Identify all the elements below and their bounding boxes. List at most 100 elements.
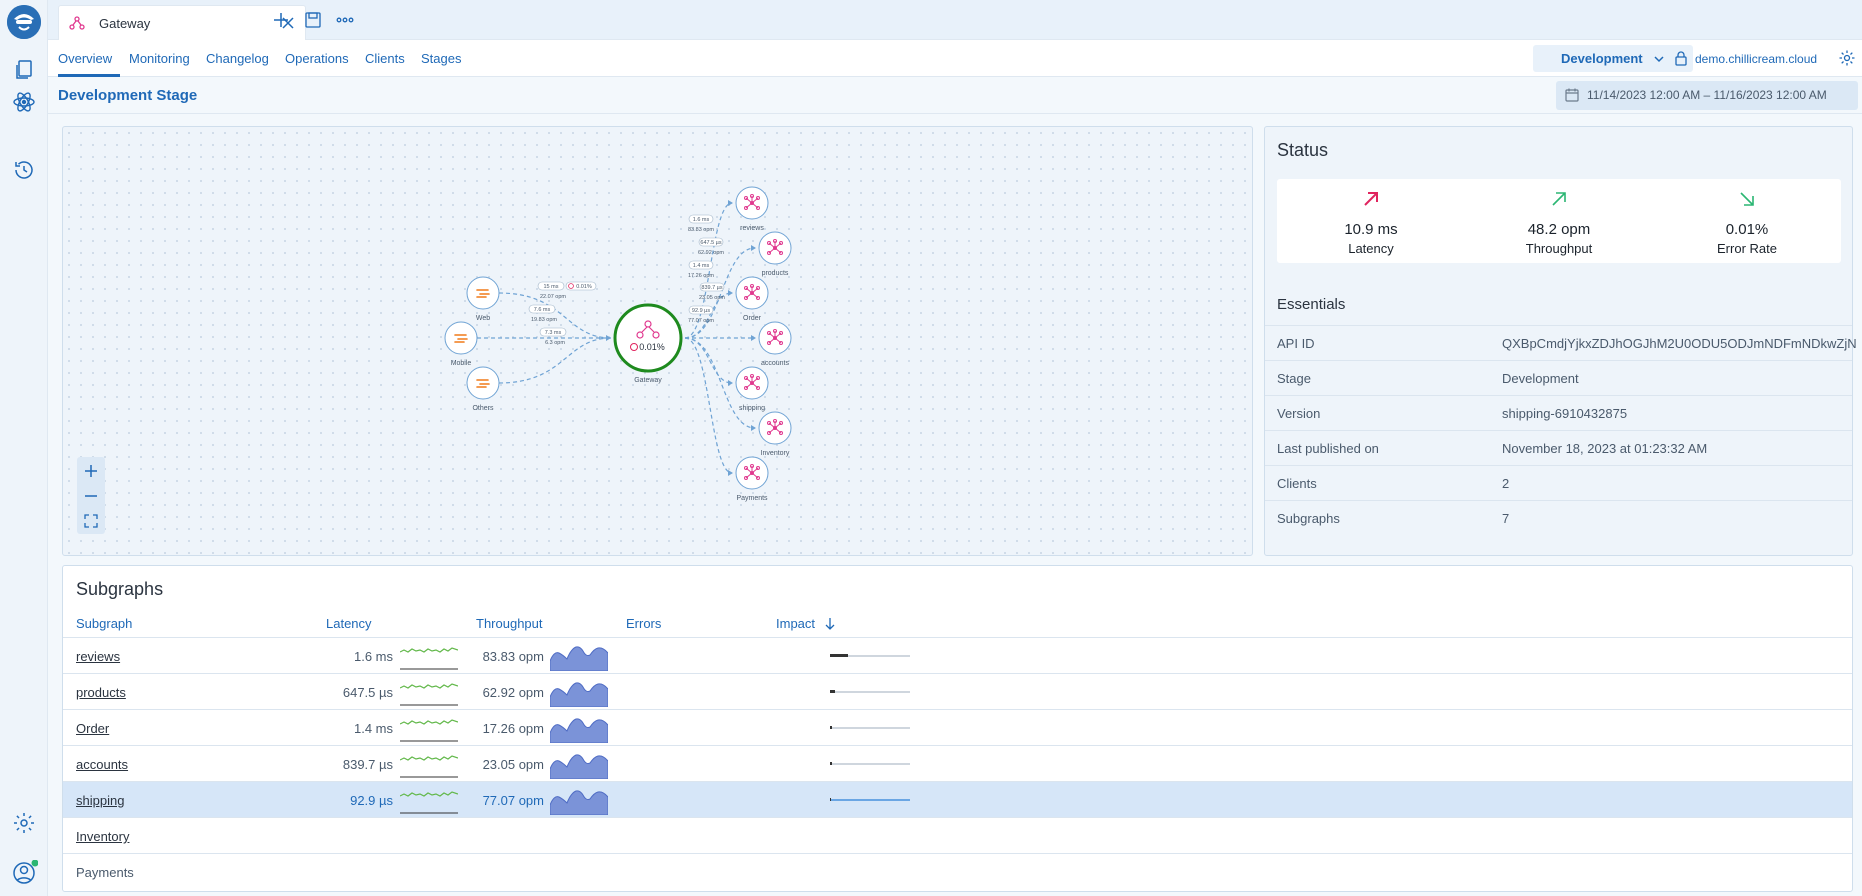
tab-overview[interactable]: Overview	[58, 51, 112, 66]
subgraph-link[interactable]: Payments	[76, 865, 134, 880]
edge-latency: 1.6 ms	[693, 217, 710, 223]
environment-select[interactable]: Development	[1533, 45, 1693, 72]
column-header-latency[interactable]: Latency	[326, 616, 372, 631]
kpi-error-rate: 0.01% Error Rate	[1653, 179, 1841, 263]
add-tab-icon[interactable]	[271, 10, 291, 30]
client-node	[466, 366, 500, 400]
save-icon[interactable]	[303, 10, 323, 30]
subgraph-link[interactable]: Inventory	[76, 829, 129, 844]
essentials-key: Last published on	[1277, 441, 1379, 456]
client-node-label: Others	[472, 405, 494, 412]
tab-operations[interactable]: Operations	[285, 51, 349, 66]
essentials-key: Version	[1277, 406, 1321, 421]
kpi-value: 10.9 ms	[1344, 221, 1398, 238]
zoom-in-icon[interactable]	[83, 463, 99, 479]
impact-bar	[830, 798, 910, 801]
subgraph-link[interactable]: Order	[76, 721, 109, 736]
chevron-down-icon	[1654, 56, 1664, 63]
column-header-subgraph[interactable]: Subgraph	[76, 616, 132, 631]
table-row[interactable]: accounts 839.7 µs 23.05 opm	[63, 745, 1852, 781]
arrow-head	[728, 290, 733, 296]
table-row[interactable]: Payments	[63, 853, 1852, 889]
subgraph-link[interactable]: reviews	[76, 649, 120, 664]
impact-bar	[830, 726, 910, 729]
gateway-icon	[69, 16, 85, 30]
column-header-impact[interactable]: Impact	[776, 616, 815, 631]
settings-icon[interactable]	[12, 811, 36, 835]
arrow-head	[606, 335, 611, 341]
documents-icon[interactable]	[12, 58, 36, 82]
gear-icon[interactable]	[1838, 49, 1856, 67]
header-divider	[48, 113, 1862, 114]
nav-bar: Overview Monitoring Changelog Operations…	[48, 40, 1862, 77]
subgraph-edge	[684, 337, 733, 474]
essentials-row: Version shipping-6910432875	[1265, 395, 1852, 430]
subgraph-edge	[684, 337, 733, 384]
atom-icon[interactable]	[12, 90, 36, 114]
fit-view-icon[interactable]	[83, 513, 99, 529]
throughput-value: 77.07 opm	[482, 793, 544, 808]
subgraph-link[interactable]: shipping	[76, 793, 124, 808]
environment-label: Development	[1561, 51, 1643, 66]
chillicream-logo[interactable]	[7, 5, 41, 39]
subgraph-link[interactable]: products	[76, 685, 126, 700]
gateway-node	[613, 303, 683, 373]
essentials-value: Development	[1502, 371, 1579, 386]
subgraph-node-label: Inventory	[761, 450, 790, 457]
arrow-head	[751, 425, 756, 431]
user-avatar-icon[interactable]	[12, 859, 39, 884]
column-header-throughput[interactable]: Throughput	[476, 616, 543, 631]
essentials-key: Stage	[1277, 371, 1311, 386]
more-icon[interactable]	[335, 10, 355, 30]
client-node-label: Web	[476, 315, 490, 322]
zoom-out-icon[interactable]	[83, 488, 99, 504]
history-icon[interactable]	[12, 158, 36, 182]
essentials-key: Clients	[1277, 476, 1317, 491]
essentials-value: QXBpCmdjYjkxZDJhOGJhM2U0ODU5ODJmNDFmNDkw…	[1502, 336, 1857, 351]
date-range-picker[interactable]: 11/14/2023 12:00 AM – 11/16/2023 12:00 A…	[1556, 81, 1858, 110]
essentials-row: Clients 2	[1265, 465, 1852, 500]
table-row[interactable]: Order 1.4 ms 17.26 opm	[63, 709, 1852, 745]
essentials-row: Last published on November 18, 2023 at 01…	[1265, 430, 1852, 465]
latency-value: 839.7 µs	[342, 757, 393, 772]
throughput-value: 17.26 opm	[482, 721, 544, 736]
host-link[interactable]: demo.chillicream.cloud	[1695, 52, 1817, 66]
table-row[interactable]: Inventory	[63, 817, 1852, 853]
tab-gateway[interactable]: Gateway	[58, 5, 306, 40]
table-row[interactable]: products 647.5 µs 62.92 opm	[63, 673, 1852, 709]
essentials-value: 2	[1502, 476, 1510, 491]
edge-latency: 7.6 ms	[534, 307, 551, 313]
kpi-value: 48.2 opm	[1527, 221, 1591, 238]
date-range-label: 11/14/2023 12:00 AM – 11/16/2023 12:00 A…	[1587, 88, 1827, 102]
kpi-label: Throughput	[1525, 241, 1593, 256]
tab-stages[interactable]: Stages	[421, 51, 461, 66]
client-node-label: Mobile	[451, 360, 472, 367]
topology-graph[interactable]: 15 ms 0.01% 22.07 opm 7.6 ms 19.83 opm 7.3 ms…	[62, 126, 1253, 556]
table-row[interactable]: shipping 92.9 µs 77.07 opm	[63, 781, 1852, 817]
throughput-value: 62.92 opm	[482, 685, 544, 700]
essentials-title: Essentials	[1277, 296, 1346, 313]
kpi-throughput: 48.2 opm Throughput	[1465, 179, 1653, 263]
sort-down-icon[interactable]	[824, 617, 836, 631]
edge-latency: 647.5 µs	[700, 240, 721, 246]
latency-value: 1.6 ms	[353, 649, 393, 664]
arrow-head	[728, 380, 733, 386]
subgraph-link[interactable]: accounts	[76, 757, 128, 772]
gateway-error-rate: 0.01%	[639, 342, 665, 352]
kpi-value: 0.01%	[1725, 221, 1769, 238]
subgraph-node-label: products	[762, 270, 789, 277]
edge-latency: 839.7 µs	[701, 285, 722, 291]
tab-clients[interactable]: Clients	[365, 51, 405, 66]
calendar-icon	[1565, 88, 1579, 102]
column-header-errors[interactable]: Errors	[626, 616, 661, 631]
tab-monitoring[interactable]: Monitoring	[129, 51, 190, 66]
essentials-value: shipping-6910432875	[1502, 406, 1628, 421]
essentials-row: API ID QXBpCmdjYjkxZDJhOGJhM2U0ODU5ODJmND…	[1265, 325, 1857, 360]
impact-bar	[830, 690, 910, 693]
trend-down-icon	[1740, 192, 1754, 206]
tab-changelog[interactable]: Changelog	[206, 51, 269, 66]
subgraph-node-label: accounts	[761, 360, 790, 367]
essentials-value: November 18, 2023 at 01:23:32 AM	[1502, 441, 1708, 456]
table-row[interactable]: reviews 1.6 ms 83.83 opm	[63, 637, 1852, 673]
arrow-head	[751, 245, 756, 251]
